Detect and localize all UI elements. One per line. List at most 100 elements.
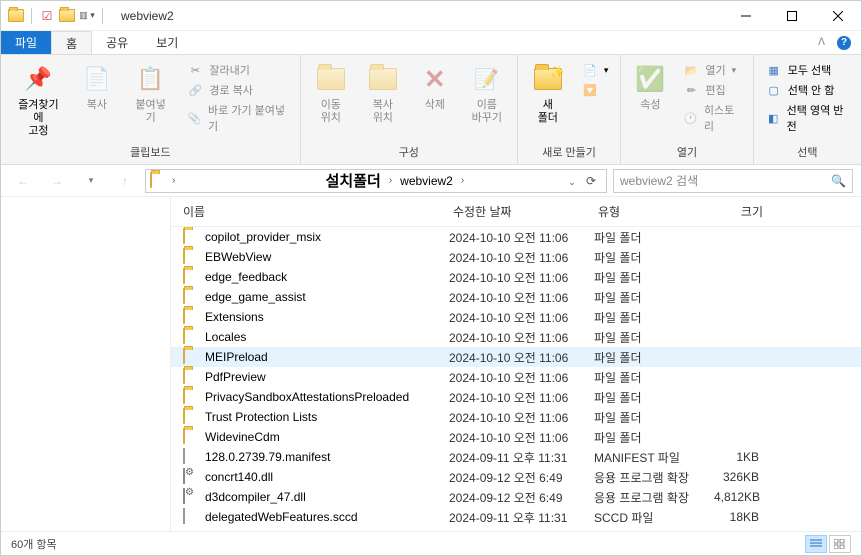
breadcrumb[interactable]: 설치폴더 [324, 170, 383, 191]
help-icon[interactable]: ? [837, 36, 851, 50]
chevron-right-icon[interactable]: › [387, 175, 394, 186]
main-area: 이름 수정한 날짜 유형 크기 copilot_provider_msix202… [1, 197, 861, 531]
chevron-right-icon[interactable]: › [170, 175, 177, 186]
paste-shortcut-button[interactable]: 📎바로 가기 붙여넣기 [183, 101, 291, 135]
new-folder-icon[interactable] [58, 7, 76, 25]
invert-selection-button[interactable]: ◧선택 영역 반전 [762, 101, 853, 135]
list-item[interactable]: concrt140.dll2024-09-12 오전 6:49응용 프로그램 확… [171, 467, 861, 487]
edit-button[interactable]: ✏편집 [679, 81, 744, 99]
tab-share[interactable]: 공유 [92, 31, 142, 54]
cell-type: 파일 폴더 [594, 369, 714, 386]
tab-file[interactable]: 파일 [1, 31, 51, 54]
folder-icon [183, 229, 199, 245]
list-item[interactable]: WidevineCdm2024-10-10 오전 11:06파일 폴더 [171, 427, 861, 447]
list-item[interactable]: copilot_provider_msix2024-10-10 오전 11:06… [171, 227, 861, 247]
icons-view-button[interactable] [829, 535, 851, 553]
list-item[interactable]: Extensions2024-10-10 오전 11:06파일 폴더 [171, 307, 861, 327]
maximize-button[interactable] [769, 1, 815, 31]
minimize-button[interactable] [723, 1, 769, 31]
ribbon-group-new: ✨새 폴더 📄▾ 🔽 새로 만들기 [518, 55, 622, 164]
cell-type: 응용 프로그램 확장 [594, 469, 714, 486]
easy-access-button[interactable]: 🔽 [578, 81, 613, 99]
copy-to-button[interactable]: 복사 위치 [361, 59, 405, 129]
properties-button[interactable]: ✅속성 [629, 59, 671, 116]
back-button[interactable]: ← [9, 169, 37, 193]
list-item[interactable]: edge_game_assist2024-10-10 오전 11:06파일 폴더 [171, 287, 861, 307]
list-item[interactable]: d3dcompiler_47.dll2024-09-12 오전 6:49응용 프… [171, 487, 861, 507]
cell-size: 4,812KB [714, 490, 789, 504]
list-item[interactable]: edge_feedback2024-10-10 오전 11:06파일 폴더 [171, 267, 861, 287]
cell-name: edge_feedback [205, 270, 449, 284]
breadcrumb[interactable]: webview2 [398, 174, 455, 188]
copy-icon: 📄 [81, 63, 113, 95]
close-button[interactable] [815, 1, 861, 31]
cell-type: 파일 폴더 [594, 329, 714, 346]
cell-date: 2024-10-10 오전 11:06 [449, 329, 594, 346]
customize-icon[interactable]: ▥ ▾ [78, 7, 96, 25]
cut-button[interactable]: ✂잘라내기 [183, 61, 291, 79]
open-button[interactable]: 📂열기▾ [679, 61, 744, 79]
properties-icon: ✅ [634, 63, 666, 95]
search-input[interactable]: webview2 검색 🔍 [613, 169, 853, 193]
list-item[interactable]: MEIPreload2024-10-10 오전 11:06파일 폴더 [171, 347, 861, 367]
column-size[interactable]: 크기 [718, 203, 793, 220]
select-none-button[interactable]: ▢선택 안 함 [762, 81, 853, 99]
tab-home[interactable]: 홈 [51, 31, 92, 54]
status-bar: 60개 항목 [1, 531, 861, 555]
column-name[interactable]: 이름 [183, 203, 453, 220]
tab-view[interactable]: 보기 [142, 31, 192, 54]
cell-date: 2024-09-12 오전 6:49 [449, 469, 594, 486]
search-icon[interactable]: 🔍 [831, 174, 846, 188]
paste-button[interactable]: 📋 붙여넣기 [126, 59, 176, 129]
cell-date: 2024-09-12 오전 6:49 [449, 489, 594, 506]
properties-icon[interactable]: ☑ [38, 7, 56, 25]
list-item[interactable]: 128.0.2739.79.manifest2024-09-11 오후 11:3… [171, 447, 861, 467]
folder-icon [150, 173, 166, 189]
address-bar: ← → ▾ ↑ › 설치폴더 › webview2 › ⌄ ⟳ webview2 … [1, 165, 861, 197]
navigation-pane[interactable] [1, 197, 171, 531]
new-folder-button[interactable]: ✨새 폴더 [526, 59, 570, 129]
dropdown-icon[interactable]: ⌄ [568, 177, 576, 187]
cell-type: 응용 프로그램 확장 [594, 489, 714, 506]
divider [31, 8, 32, 24]
rename-button[interactable]: 📝이름 바꾸기 [465, 59, 509, 129]
path-box[interactable]: › 설치폴더 › webview2 › ⌄ ⟳ [145, 169, 607, 193]
folder-icon [183, 409, 199, 425]
refresh-icon[interactable]: ⟳ [586, 174, 596, 188]
folder-icon [183, 289, 199, 305]
folder-icon [7, 7, 25, 25]
rename-icon: 📝 [471, 63, 503, 95]
recent-locations-button[interactable]: ▾ [77, 169, 105, 193]
column-type[interactable]: 유형 [598, 203, 718, 220]
list-item[interactable]: PrivacySandboxAttestationsPreloaded2024-… [171, 387, 861, 407]
select-all-button[interactable]: ▦모두 선택 [762, 61, 853, 79]
file-icon [183, 509, 199, 525]
list-item[interactable]: PdfPreview2024-10-10 오전 11:06파일 폴더 [171, 367, 861, 387]
new-item-button[interactable]: 📄▾ [578, 61, 613, 79]
cell-size: 1KB [714, 450, 789, 464]
paste-icon: 📋 [135, 63, 167, 95]
forward-button[interactable]: → [43, 169, 71, 193]
cell-type: 파일 폴더 [594, 309, 714, 326]
list-item[interactable]: Trust Protection Lists2024-10-10 오전 11:0… [171, 407, 861, 427]
cell-type: 파일 폴더 [594, 249, 714, 266]
list-item[interactable]: EBWebView2024-10-10 오전 11:06파일 폴더 [171, 247, 861, 267]
newfolder-icon: ✨ [532, 63, 564, 95]
copy-button[interactable]: 📄 복사 [76, 59, 118, 116]
pin-button[interactable]: 📌 즐겨찾기에 고정 [9, 59, 68, 142]
collapse-ribbon-icon[interactable]: ᐱ [818, 37, 825, 48]
file-icon [183, 449, 199, 465]
list-item[interactable]: Locales2024-10-10 오전 11:06파일 폴더 [171, 327, 861, 347]
move-to-button[interactable]: 이동 위치 [309, 59, 353, 129]
copy-path-button[interactable]: 🔗경로 복사 [183, 81, 291, 99]
chevron-right-icon[interactable]: › [459, 175, 466, 186]
column-date[interactable]: 수정한 날짜 [453, 203, 598, 220]
quick-access-toolbar: ☑ ▥ ▾ [1, 7, 113, 25]
list-item[interactable]: delegatedWebFeatures.sccd2024-09-11 오후 1… [171, 507, 861, 527]
history-button[interactable]: 🕐히스토리 [679, 101, 744, 135]
ribbon-group-clipboard: 📌 즐겨찾기에 고정 📄 복사 📋 붙여넣기 ✂잘라내기 🔗경로 복사 📎바로 … [1, 55, 301, 164]
details-view-button[interactable] [805, 535, 827, 553]
cell-type: SCCD 파일 [594, 509, 714, 526]
up-button[interactable]: ↑ [111, 169, 139, 193]
delete-button[interactable]: ✕삭제 [413, 59, 457, 116]
